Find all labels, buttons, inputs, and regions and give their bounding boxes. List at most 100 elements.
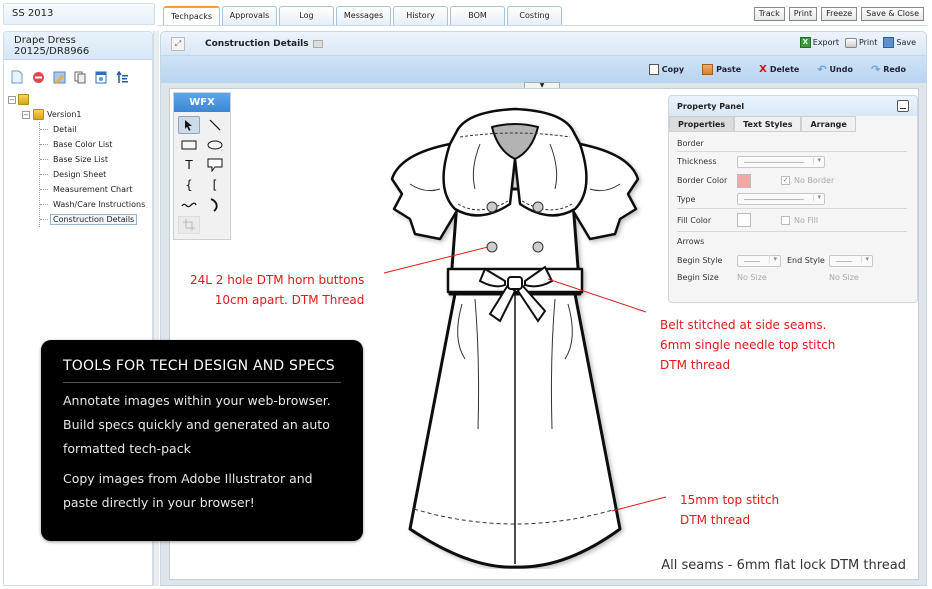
delete-button[interactable]: X Delete <box>759 64 799 75</box>
callout-tool-icon[interactable] <box>204 156 226 174</box>
save-close-button[interactable]: Save & Close <box>861 7 924 21</box>
square-bracket-tool-icon[interactable]: [ <box>204 176 226 194</box>
tab-costing[interactable]: Costing <box>507 6 562 25</box>
info-line: Build specs quickly and generated an aut… <box>63 417 330 432</box>
info-paragraph-2: Copy images from Adobe Illustrator and p… <box>63 467 341 515</box>
arc-tool-icon[interactable] <box>204 196 226 214</box>
tree-item-base-color-list[interactable]: Base Color List <box>40 137 152 152</box>
app-window: SS 2013 Drape Dress 20125/DR8966 − − Ver… <box>0 0 932 589</box>
delete-label: Delete <box>769 65 800 74</box>
tab-techpacks[interactable]: Techpacks <box>163 6 220 26</box>
style-header: Drape Dress 20125/DR8966 <box>4 32 152 60</box>
hierarchy-icon[interactable] <box>115 70 129 84</box>
end-style-dropdown[interactable] <box>829 254 873 267</box>
wave-tool-icon[interactable] <box>178 196 200 214</box>
annotation-hem[interactable]: 15mm top stitch DTM thread <box>680 490 779 530</box>
tree-item-design-sheet[interactable]: Design Sheet <box>40 167 152 182</box>
header-actions: X Export Print Save <box>799 37 916 48</box>
property-body: Border Thickness Border Color ✓ No Border… <box>669 132 917 284</box>
undo-label: Undo <box>829 65 853 74</box>
info-overlay: TOOLS FOR TECH DESIGN AND SPECS Annotate… <box>41 340 363 541</box>
tab-text-styles[interactable]: Text Styles <box>734 116 802 132</box>
border-color-row: Border Color ✓ No Border <box>677 171 907 190</box>
tab-messages[interactable]: Messages <box>336 6 391 25</box>
property-panel-title: Property Panel <box>677 102 745 111</box>
edit-toolbar: Copy Paste X Delete ↶ Undo ↷ Redo ▼ <box>161 56 926 90</box>
annotation-seams[interactable]: All seams - 6mm flat lock DTM thread <box>661 558 906 573</box>
thickness-dropdown[interactable] <box>737 155 825 168</box>
track-button[interactable]: Track <box>753 7 785 21</box>
paste-label: Paste <box>716 65 742 74</box>
begin-size-label: Begin Size <box>677 272 719 282</box>
annotation-belt[interactable]: Belt stitched at side seams. 6mm single … <box>660 315 835 375</box>
type-row: Type <box>677 190 907 209</box>
edit-icon[interactable] <box>52 70 66 84</box>
collapse-icon[interactable]: − <box>8 95 16 104</box>
tree-item-construction-details[interactable]: Construction Details <box>40 212 152 227</box>
tab-approvals[interactable]: Approvals <box>222 6 277 25</box>
tree-item-label: Design Sheet <box>53 170 107 179</box>
style-name: Drape Dress <box>14 35 76 46</box>
copy-button[interactable]: Copy <box>648 64 684 75</box>
info-icon[interactable] <box>312 39 323 48</box>
dress-sketch[interactable] <box>380 99 650 569</box>
annotation-buttons[interactable]: 24L 2 hole DTM horn buttons 10cm apart. … <box>190 270 364 310</box>
no-fill-checkbox[interactable]: No Fill <box>781 215 818 225</box>
rectangle-tool-icon[interactable] <box>178 136 200 154</box>
border-section-label: Border <box>677 136 907 152</box>
tab-properties[interactable]: Properties <box>669 116 735 132</box>
printer-icon <box>844 37 857 48</box>
tab-log[interactable]: Log <box>279 6 334 25</box>
tree-item-measurement-chart[interactable]: Measurement Chart <box>40 182 152 197</box>
print-page-button[interactable]: Print <box>844 37 877 48</box>
toolbox-grid: T { [ <box>174 112 230 238</box>
expand-icon[interactable]: ⤢ <box>171 36 185 51</box>
tree-item-wash-care[interactable]: Wash/Care Instructions <box>40 197 152 212</box>
ellipse-tool-icon[interactable] <box>204 136 226 154</box>
begin-style-dropdown[interactable] <box>737 254 781 267</box>
tree-root[interactable]: − <box>8 92 152 107</box>
tree-item-detail[interactable]: Detail <box>40 122 152 137</box>
excel-icon: X <box>799 37 811 48</box>
export-label: Export <box>812 38 839 47</box>
border-color-label: Border Color <box>677 176 728 185</box>
tree-item-label: Wash/Care Instructions <box>53 200 146 209</box>
fill-color-label: Fill Color <box>677 215 712 225</box>
undo-button[interactable]: ↶ Undo <box>817 63 853 76</box>
no-border-label: No Border <box>794 176 835 185</box>
freeze-button[interactable]: Freeze <box>821 7 858 21</box>
export-button[interactable]: X Export <box>799 37 839 48</box>
tree-item-label: Detail <box>53 125 77 134</box>
select-tool-icon[interactable] <box>178 116 200 134</box>
tab-bom[interactable]: BOM <box>450 6 505 25</box>
minimize-icon[interactable] <box>897 100 909 112</box>
collapse-icon[interactable]: − <box>22 110 30 119</box>
thickness-row: Thickness <box>677 152 907 171</box>
paste-button[interactable]: Paste <box>702 64 741 75</box>
copy-icon[interactable] <box>73 70 87 84</box>
calendar-icon[interactable] <box>94 70 108 84</box>
annotation-line: 10cm apart. DTM Thread <box>214 293 365 307</box>
new-document-icon[interactable] <box>10 70 24 84</box>
tree-node-version[interactable]: − Version1 <box>22 107 152 122</box>
floppy-icon <box>883 37 895 48</box>
text-tool-icon[interactable]: T <box>178 156 200 174</box>
tree-item-base-size-list[interactable]: Base Size List <box>40 152 152 167</box>
print-button[interactable]: Print <box>788 7 818 21</box>
undo-icon: ↶ <box>817 63 827 76</box>
delete-icon[interactable] <box>31 70 45 84</box>
save-button[interactable]: Save <box>883 37 916 48</box>
no-border-checkbox[interactable]: ✓ No Border <box>781 176 834 185</box>
border-color-swatch[interactable] <box>737 173 751 188</box>
line-tool-icon[interactable] <box>204 116 226 134</box>
tab-arrange[interactable]: Arrange <box>801 116 856 132</box>
fill-color-swatch[interactable] <box>737 213 751 227</box>
type-label: Type <box>677 194 696 204</box>
info-line: formatted tech-pack <box>63 441 191 456</box>
annotation-line: DTM thread <box>660 358 731 372</box>
tab-history[interactable]: History <box>393 6 448 25</box>
redo-button[interactable]: ↷ Redo <box>871 63 906 76</box>
type-dropdown[interactable] <box>737 193 825 205</box>
curly-brace-tool-icon[interactable]: { <box>178 176 200 194</box>
checkmark-icon: ✓ <box>781 176 790 185</box>
